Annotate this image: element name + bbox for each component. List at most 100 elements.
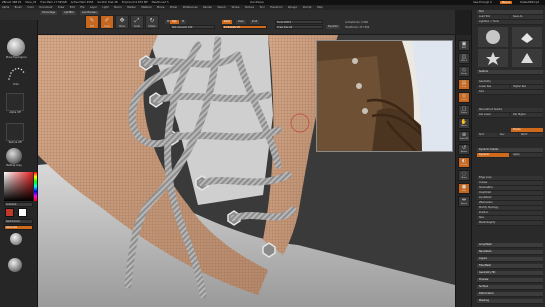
rotate-button[interactable]: ↻ Rotate: [145, 15, 159, 29]
primary-color-swatch[interactable]: [5, 208, 14, 217]
local-button[interactable]: ◎ Local: [458, 92, 470, 103]
menu-picker[interactable]: Picker: [170, 6, 177, 9]
save-as-button[interactable]: Save As: [511, 15, 543, 20]
zadd-button[interactable]: Zadd: [222, 20, 232, 24]
see-through-slider[interactable]: See-through 0: [473, 1, 491, 4]
menu-movie[interactable]: Movie: [157, 6, 164, 9]
tab-lightbox[interactable]: LightBox: [62, 11, 77, 15]
current-tool-thumb[interactable]: [478, 27, 508, 47]
xpose-button[interactable]: ⇹ Xpose: [458, 196, 470, 207]
edge-loop-section[interactable]: Edge Loop: [477, 176, 543, 181]
polymesh-tool-thumb[interactable]: [478, 49, 508, 67]
menu-macro[interactable]: Macro: [114, 6, 122, 9]
fibermesh-section[interactable]: FiberMesh: [477, 264, 543, 269]
brush-selector[interactable]: Move Topological: [6, 38, 26, 59]
deformation-section[interactable]: Deformation: [477, 292, 543, 297]
ghost-button[interactable]: ◌ Ghost: [458, 170, 470, 181]
solo-button[interactable]: ● Solo: [458, 183, 470, 194]
zcut-button[interactable]: Zcut: [250, 20, 260, 24]
zsub-button[interactable]: Zsub: [236, 20, 246, 24]
dynamic-button[interactable]: Dynamic: [326, 25, 341, 29]
floor-button[interactable]: ▤ Floor: [458, 79, 470, 90]
modify-topology-section[interactable]: Modify Topology: [477, 206, 543, 211]
menu-material[interactable]: Material: [141, 6, 151, 9]
menu-preferences[interactable]: Preferences: [183, 6, 198, 9]
draw-button[interactable]: ✐ Draw: [100, 15, 114, 29]
edit-button[interactable]: ✎ Edit: [85, 15, 99, 29]
focal-shift-slider[interactable]: Focal Shift 0: [275, 20, 323, 24]
position-section[interactable]: Position: [477, 211, 543, 216]
menu-zplugin[interactable]: Zplugin: [288, 6, 297, 9]
higher-res-button[interactable]: Higher Res: [511, 85, 543, 90]
frame-button[interactable]: ▢ Frame: [458, 105, 470, 116]
rotate-view-button[interactable]: ↺ Rotate: [458, 144, 470, 155]
extra-material-tile[interactable]: [8, 258, 22, 272]
zoom-view-button[interactable]: ⊕ Zoom3D: [458, 131, 470, 142]
reuv-toggle[interactable]: ReUV: [519, 133, 543, 138]
rgb-button[interactable]: Rgb: [170, 20, 179, 24]
persp-button[interactable]: ◇ Persp: [458, 66, 470, 77]
stroke-selector[interactable]: Dots: [6, 65, 26, 86]
tool-palette-header[interactable]: Tool: [477, 10, 543, 15]
menu-marker[interactable]: Marker: [127, 6, 136, 9]
arraymesh-section[interactable]: ArrayMesh: [477, 243, 543, 248]
geometry-section[interactable]: Geometry: [477, 80, 543, 85]
default-zscript-button[interactable]: DefaultZScript: [520, 1, 539, 4]
mesh-integrity-section[interactable]: MeshIntegrity: [477, 221, 543, 226]
subtool-section[interactable]: Subtool: [477, 70, 543, 75]
color-picker[interactable]: [4, 172, 33, 201]
menu-draw[interactable]: Draw: [58, 6, 65, 9]
layers-section[interactable]: Layers: [477, 257, 543, 262]
draw-size-slider[interactable]: Draw Size 64: [275, 25, 323, 29]
zremesher-section[interactable]: ZRemesher: [477, 201, 543, 206]
material-selector[interactable]: MatCap Gray: [6, 148, 22, 167]
menu-document[interactable]: Document: [39, 6, 52, 9]
masking-section[interactable]: Masking: [477, 299, 543, 304]
extra-brush-tile[interactable]: [10, 233, 22, 245]
crease-section[interactable]: Crease: [477, 181, 543, 186]
lower-res-button[interactable]: Lower Res: [477, 85, 509, 90]
dynamic-toggle[interactable]: Dynamic: [477, 153, 509, 158]
bpr-button[interactable]: ▣ BPR: [458, 40, 470, 51]
load-tool-button[interactable]: Load Tool: [477, 15, 509, 20]
menu-layer[interactable]: Layer: [90, 6, 97, 9]
menu-edit[interactable]: Edit: [70, 6, 75, 9]
menu-tool[interactable]: Tool: [260, 6, 265, 9]
suv-toggle[interactable]: Suv: [498, 133, 518, 138]
menu-transform[interactable]: Transform: [270, 6, 282, 9]
move-view-button[interactable]: ✋ Move: [458, 118, 470, 129]
menu-help[interactable]: Help: [317, 6, 323, 9]
smt-toggle[interactable]: Smt: [477, 133, 497, 138]
dynamesh-section[interactable]: DynaMesh: [477, 196, 543, 201]
rgb-intensity-slider[interactable]: Rgb Intensity 100: [170, 25, 215, 29]
shoe-tool-thumb[interactable]: [512, 27, 542, 47]
spix-button[interactable]: ◫ SPix 3: [458, 53, 470, 64]
del-lower-button[interactable]: Del Lower: [477, 113, 509, 118]
lightbox-tools-button[interactable]: Lightbox > Tools: [477, 20, 543, 25]
m-button[interactable]: M: [180, 20, 186, 24]
divide-button[interactable]: Divide: [511, 128, 543, 133]
menu-light[interactable]: Light: [102, 6, 108, 9]
preview-section[interactable]: Preview: [477, 278, 543, 283]
transp-button[interactable]: ◐ Transp: [458, 157, 470, 168]
sdiv-slider[interactable]: Sdiv: [477, 90, 543, 95]
menu-file[interactable]: File: [80, 6, 84, 9]
scale-button[interactable]: ⤢ Scale: [130, 15, 144, 29]
apply-button[interactable]: Apply: [511, 153, 543, 158]
size-section[interactable]: Size: [477, 216, 543, 221]
alternate-button[interactable]: Alternate: [4, 225, 33, 230]
menu-stencil[interactable]: Stencil: [217, 6, 225, 9]
menu-zscript[interactable]: Zscript: [303, 6, 312, 9]
del-higher-button[interactable]: Del Higher: [511, 113, 543, 118]
nanomesh-section[interactable]: NanoMesh: [477, 250, 543, 255]
tab-home-page[interactable]: Home Page: [40, 11, 58, 15]
gradient-button[interactable]: Gradient: [4, 202, 33, 207]
menu-color[interactable]: Color: [27, 6, 34, 9]
menus-toggle[interactable]: Menus: [499, 1, 513, 4]
geometry-hd-section[interactable]: Geometry HD: [477, 271, 543, 276]
quicksave-button[interactable]: QuickSave: [250, 1, 264, 4]
reconstruct-subdiv-button[interactable]: Reconstruct Subdiv: [477, 108, 543, 113]
menu-render[interactable]: Render: [203, 6, 212, 9]
secondary-color-swatch[interactable]: [18, 208, 27, 217]
alpha-selector[interactable]: Alpha Off: [6, 93, 24, 114]
